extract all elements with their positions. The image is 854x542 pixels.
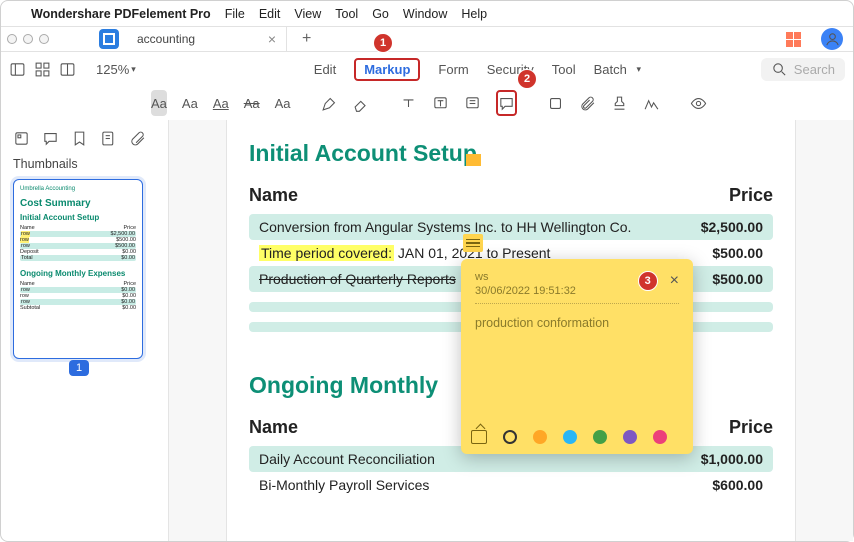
note-timestamp: 30/06/2022 19:51:32 xyxy=(475,285,576,297)
tab-markup[interactable]: Markup xyxy=(354,58,420,81)
user-avatar[interactable] xyxy=(821,28,843,50)
signature-tool[interactable] xyxy=(643,90,660,116)
menu-tool[interactable]: Tool xyxy=(335,7,358,21)
tab-batch[interactable]: Batch ▾ xyxy=(594,62,641,77)
reading-mode-icon[interactable] xyxy=(59,61,76,78)
search-icon xyxy=(771,61,788,78)
callout-badge-1: 1 xyxy=(373,33,393,53)
note-tool[interactable] xyxy=(496,90,517,116)
strike-tool[interactable]: Aa xyxy=(244,90,260,116)
menu-window[interactable]: Window xyxy=(403,7,447,21)
stamp-tool[interactable] xyxy=(611,90,628,116)
page-number-badge: 1 xyxy=(69,360,89,376)
note-message[interactable]: production conformation xyxy=(475,316,679,330)
menu-edit[interactable]: Edit xyxy=(259,7,281,21)
color-swatch-pink[interactable] xyxy=(653,430,667,444)
panel-title: Thumbnails xyxy=(13,157,156,171)
comments-panel-icon[interactable] xyxy=(42,130,59,147)
close-note-button[interactable]: × xyxy=(670,272,679,290)
thumbnails-panel-icon[interactable] xyxy=(13,130,30,147)
tab-title: accounting xyxy=(137,32,195,46)
markup-ribbon: Aa Aa Aa Aa Aa xyxy=(1,86,853,120)
search-input[interactable]: Search xyxy=(761,58,845,81)
text-callout-tool[interactable] xyxy=(432,90,449,116)
tab-tool[interactable]: Tool xyxy=(552,62,576,77)
color-swatch-green[interactable] xyxy=(593,430,607,444)
area-tool[interactable] xyxy=(464,90,481,116)
app-logo-icon xyxy=(99,29,119,49)
macos-menubar: Wondershare PDFelement Pro File Edit Vie… xyxy=(1,1,853,26)
new-tab-button[interactable]: + xyxy=(302,30,311,48)
bookmarks-panel-icon[interactable] xyxy=(71,130,88,147)
color-swatch-blue[interactable] xyxy=(563,430,577,444)
hide-annotations-tool[interactable] xyxy=(690,90,707,116)
app-name: Wondershare PDFelement Pro xyxy=(31,7,211,21)
menu-file[interactable]: File xyxy=(225,7,245,21)
eraser-tool[interactable] xyxy=(353,90,370,116)
menu-go[interactable]: Go xyxy=(372,7,389,21)
tab-form[interactable]: Form xyxy=(438,62,468,77)
attachments-panel-icon[interactable] xyxy=(129,130,146,147)
pin-note-icon[interactable] xyxy=(471,430,487,444)
tab-edit[interactable]: Edit xyxy=(314,62,336,77)
thumbnails-icon[interactable] xyxy=(34,61,51,78)
text-cursor-icon xyxy=(466,154,481,166)
highlighted-text: Time period covered: xyxy=(259,245,394,261)
menu-help[interactable]: Help xyxy=(461,7,487,21)
pencil-tool[interactable] xyxy=(321,90,338,116)
tab-close-icon[interactable]: × xyxy=(268,31,276,47)
table-row: Bi-Monthly Payroll Services$600.00 xyxy=(249,472,773,498)
shape-tool[interactable] xyxy=(547,90,564,116)
color-swatch-purple[interactable] xyxy=(623,430,637,444)
mode-tabs: Edit Markup Form Security Tool Batch ▾ xyxy=(314,58,641,81)
text-box-tool[interactable] xyxy=(400,90,417,116)
document-tab[interactable]: accounting × xyxy=(127,27,287,51)
window-tabbar: accounting × + xyxy=(1,26,853,52)
menu-view[interactable]: View xyxy=(294,7,321,21)
color-swatch-orange[interactable] xyxy=(533,430,547,444)
search-panel-icon[interactable] xyxy=(100,130,117,147)
traffic-lights[interactable] xyxy=(7,34,49,44)
callout-badge-2: 2 xyxy=(517,69,537,89)
note-color-swatches xyxy=(471,430,683,444)
zoom-control[interactable]: 125%▾ xyxy=(96,62,136,77)
note-marker-icon[interactable] xyxy=(463,234,483,252)
main-toolbar: 125%▾ Edit Markup Form Security Tool Bat… xyxy=(1,52,853,86)
color-swatch-outline[interactable] xyxy=(503,430,517,444)
callout-badge-3: 3 xyxy=(638,271,658,291)
underline-tool[interactable]: Aa xyxy=(213,90,229,116)
squiggle-tool[interactable]: Aa xyxy=(275,90,291,116)
sidebar-toggle-icon[interactable] xyxy=(9,61,26,78)
apps-grid-icon[interactable] xyxy=(786,32,801,47)
table-header: NamePrice xyxy=(249,185,773,206)
text-style-1[interactable]: Aa xyxy=(182,90,198,116)
main-area: Thumbnails Umbrella Accounting Cost Summ… xyxy=(1,120,853,541)
highlight-tool[interactable]: Aa xyxy=(151,90,167,116)
sticky-note-popup: ws 30/06/2022 19:51:32 3 × production co… xyxy=(461,259,693,454)
sidebar: Thumbnails Umbrella Accounting Cost Summ… xyxy=(1,120,169,541)
section-heading-2: Ongoing Monthly xyxy=(249,372,438,399)
section-heading-1: Initial Account Setup xyxy=(249,140,477,167)
strikethrough-text: Production of Quarterly Reports xyxy=(259,271,456,287)
attachment-tool[interactable] xyxy=(579,90,596,116)
table-row: Conversion from Angular Systems Inc. to … xyxy=(249,214,773,240)
note-author: ws xyxy=(475,271,576,283)
page-thumbnail[interactable]: Umbrella Accounting Cost Summary Initial… xyxy=(13,179,143,359)
